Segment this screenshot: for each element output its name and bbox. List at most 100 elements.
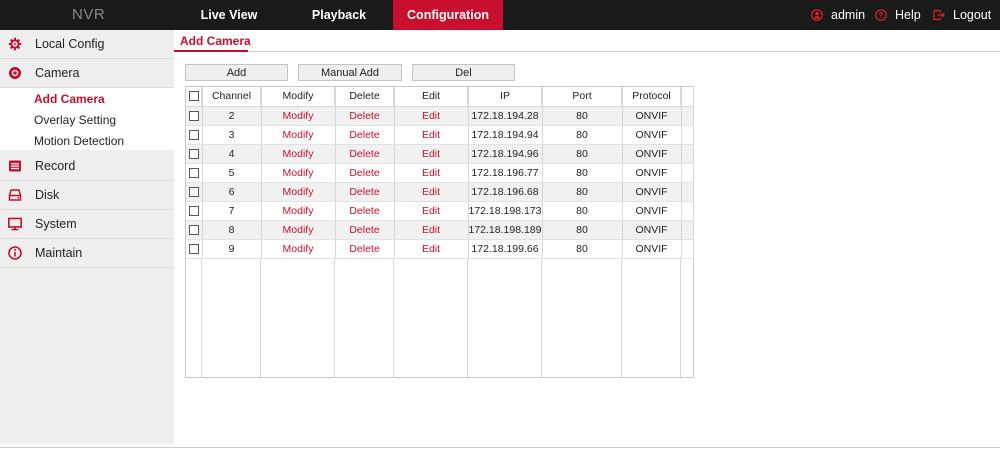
modify-link[interactable]: Modify [261,220,336,240]
manual-add-button[interactable]: Manual Add [298,64,402,81]
row-checkbox-cell [186,163,203,183]
logout-link[interactable]: Logout [933,0,991,30]
modify-link[interactable]: Modify [261,144,336,164]
row-checkbox-cell [186,125,203,145]
cell-spacer [681,182,694,202]
submenu-item-add-camera[interactable]: Add Camera [34,89,105,109]
cell-protocol: ONVIF [622,125,682,145]
help-link[interactable]: ? Help [875,0,921,30]
column-header-spacer [681,87,694,107]
camera-submenu: Add Camera Overlay Setting Motion Detect… [0,88,174,150]
page-tab-bar: Add Camera [174,30,1000,52]
edit-link[interactable]: Edit [394,220,469,240]
submenu-item-motion-detection[interactable]: Motion Detection [34,131,124,151]
row-checkbox[interactable] [188,110,199,121]
row-checkbox-cell [186,106,203,126]
delete-link[interactable]: Delete [335,144,395,164]
modify-link[interactable]: Modify [261,239,336,259]
column-header-ip: IP [468,87,543,107]
cell-protocol: ONVIF [622,201,682,221]
del-button[interactable]: Del [412,64,515,81]
sidebar-item-disk[interactable]: Disk [0,181,174,210]
add-button[interactable]: Add [185,64,288,81]
row-checkbox[interactable] [188,186,199,197]
row-checkbox[interactable] [188,224,199,235]
cell-spacer [681,125,694,145]
cell-channel: 8 [202,220,262,240]
cell-spacer [681,163,694,183]
modify-link[interactable]: Modify [261,201,336,221]
table-row: 4 Modify Delete Edit 172.18.194.96 80 ON… [186,144,694,164]
sidebar-item-system[interactable]: System [0,210,174,239]
cell-spacer [681,239,694,259]
row-checkbox[interactable] [188,129,199,140]
tab-playback[interactable]: Playback [302,0,376,30]
delete-link[interactable]: Delete [335,163,395,183]
cell-port: 80 [542,182,623,202]
sidebar: Local Config Camera Add Camera Overlay S… [0,30,174,444]
footer-divider [0,447,1000,448]
delete-link[interactable]: Delete [335,106,395,126]
column-header-protocol: Protocol [622,87,682,107]
user-menu[interactable]: admin [811,0,865,30]
cell-channel: 9 [202,239,262,259]
cell-ip: 172.18.198.173 [468,201,543,221]
modify-link[interactable]: Modify [261,106,336,126]
cell-spacer [681,220,694,240]
modify-link[interactable]: Modify [261,163,336,183]
cell-ip: 172.18.194.96 [468,144,543,164]
user-name: admin [831,8,866,22]
sidebar-item-label: Camera [35,66,80,80]
sidebar-item-camera[interactable]: Camera [0,59,174,88]
delete-link[interactable]: Delete [335,182,395,202]
cell-protocol: ONVIF [622,106,682,126]
sidebar-item-record[interactable]: Record [0,152,174,181]
select-all-checkbox[interactable] [188,91,199,102]
sidebar-item-maintain[interactable]: Maintain [0,239,174,268]
table-row: 7 Modify Delete Edit 172.18.198.173 80 O… [186,201,694,221]
cell-spacer [681,106,694,126]
column-header-edit: Edit [394,87,469,107]
row-checkbox[interactable] [188,167,199,178]
cell-port: 80 [542,144,623,164]
row-checkbox-cell [186,144,203,164]
edit-link[interactable]: Edit [394,106,469,126]
row-checkbox[interactable] [188,243,199,254]
logout-label: Logout [953,8,992,22]
cell-channel: 4 [202,144,262,164]
cell-channel: 3 [202,125,262,145]
logout-icon [933,9,945,21]
page-title[interactable]: Add Camera [180,34,251,48]
camera-list-table: Channel Modify Delete Edit IP Port Proto… [186,87,694,259]
modify-link[interactable]: Modify [261,125,336,145]
tab-live-view[interactable]: Live View [191,0,267,30]
delete-link[interactable]: Delete [335,239,395,259]
cell-protocol: ONVIF [622,182,682,202]
row-checkbox[interactable] [188,205,199,216]
tab-configuration[interactable]: Configuration [393,0,503,30]
edit-link[interactable]: Edit [394,163,469,183]
row-checkbox[interactable] [188,148,199,159]
camera-table: Channel Modify Delete Edit IP Port Proto… [185,86,694,378]
top-nav-bar: NVR Live View Playback Configuration adm… [0,0,1000,30]
column-header-modify: Modify [261,87,336,107]
submenu-item-overlay-setting[interactable]: Overlay Setting [34,110,116,130]
sidebar-item-local-config[interactable]: Local Config [0,30,174,59]
brand-logo: NVR [72,6,106,23]
cell-ip: 172.18.196.68 [468,182,543,202]
cell-ip: 172.18.194.28 [468,106,543,126]
edit-link[interactable]: Edit [394,239,469,259]
delete-link[interactable]: Delete [335,201,395,221]
delete-link[interactable]: Delete [335,125,395,145]
edit-link[interactable]: Edit [394,144,469,164]
delete-link[interactable]: Delete [335,220,395,240]
table-row: 2 Modify Delete Edit 172.18.194.28 80 ON… [186,106,694,126]
cell-port: 80 [542,125,623,145]
edit-link[interactable]: Edit [394,125,469,145]
cell-channel: 5 [202,163,262,183]
row-checkbox-cell [186,182,203,202]
modify-link[interactable]: Modify [261,182,336,202]
edit-link[interactable]: Edit [394,201,469,221]
table-row: 8 Modify Delete Edit 172.18.198.189 80 O… [186,220,694,240]
edit-link[interactable]: Edit [394,182,469,202]
